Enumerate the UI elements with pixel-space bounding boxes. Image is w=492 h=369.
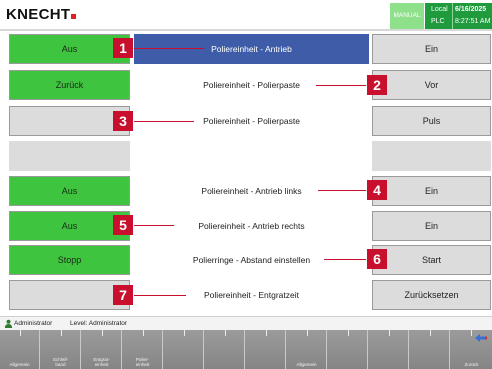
fkey-9[interactable] [328,330,368,369]
fkey-tick [102,330,103,336]
fkey-6[interactable] [205,330,245,369]
empty-right-button [372,141,491,171]
fkey-tick [266,330,267,336]
knecht-logo: KNECHT [6,6,77,23]
plc-label: PLC [431,18,445,25]
callout-3: 3 [113,111,133,131]
logo-dot [71,14,77,19]
antrieb-rechts-ein-button[interactable]: Ein [372,211,491,241]
polierpaste-vor-button[interactable]: Vor [372,70,491,100]
status-divider [452,3,453,29]
callout-5: 5 [113,215,133,235]
callout-line-3 [134,121,194,122]
hmi-screen: KNECHT MANUAL Local PLC 6/16/2025 8:27:5… [0,0,492,369]
fkey-label: Entgrat- einheit [93,357,110,367]
antrieb-aus-button[interactable]: Aus [9,34,130,64]
callout-line-1 [134,48,204,49]
callout-7: 7 [113,285,133,305]
empty-label [134,141,369,171]
polierpaste-puls-button[interactable]: Puls [372,106,491,136]
fkey-8[interactable]: Allgemein [287,330,327,369]
callout-2: 2 [367,75,387,95]
fkey-tick [389,330,390,336]
fkey-tick [184,330,185,336]
fkey-1[interactable]: Allgemein [0,330,40,369]
polierringe-start-button[interactable]: Start [372,245,491,275]
polierpaste-zurueck-button[interactable]: Zurück [9,70,130,100]
fkey-11[interactable] [410,330,450,369]
fkey-label: Zurück [464,362,479,367]
fkey-tick [348,330,349,336]
label-antrieb-links[interactable]: Poliereinheit - Antrieb links [134,176,369,206]
callout-6: 6 [367,249,387,269]
entgratzeit-reset-button[interactable]: Zurücksetzen [372,280,491,310]
entgratzeit-left-button[interactable] [9,280,130,310]
date-display: 6/16/2025 [455,6,487,13]
user-name: Administrator [14,320,53,327]
callout-line-2 [316,85,366,86]
fkey-5[interactable] [164,330,204,369]
antrieb-links-ein-button[interactable]: Ein [372,176,491,206]
time-display: 8:27:51 AM [455,18,491,25]
fkey-10[interactable] [369,330,409,369]
callout-4: 4 [367,180,387,200]
fkey-label: Schleif- band [52,357,69,367]
fkey-label: Allgemein [9,362,30,367]
antrieb-ein-button[interactable]: Ein [372,34,491,64]
user-icon [4,319,13,328]
polierpaste-left-button[interactable] [9,106,130,136]
callout-1: 1 [113,38,133,58]
mode-badge: MANUAL [390,3,424,29]
fkey-tick [20,330,21,336]
callout-line-5 [134,225,174,226]
callout-line-6 [324,259,366,260]
local-label: Local [431,6,448,13]
user-bar: Administrator Level: Administrator [0,316,492,330]
fkey-tick [143,330,144,336]
label-antrieb[interactable]: Poliereinheit - Antrieb [134,34,369,64]
antrieb-links-aus-button[interactable]: Aus [9,176,130,206]
fkey-label: Polier- einheit [135,357,150,367]
fkey-tick [225,330,226,336]
fkey-tick [307,330,308,336]
label-polierringe[interactable]: Polierringe - Abstand einstellen [134,245,369,275]
antrieb-rechts-aus-button[interactable]: Aus [9,211,130,241]
fkey-label: Allgemein [296,362,317,367]
user-level: Level: Administrator [70,320,128,327]
fkey-tick [61,330,62,336]
fkey-3[interactable]: Entgrat- einheit [82,330,122,369]
fkey-tick [471,330,472,336]
polierringe-stopp-button[interactable]: Stopp [9,245,130,275]
label-antrieb-rechts[interactable]: Poliereinheit - Antrieb rechts [134,211,369,241]
arrow-icon[interactable] [474,333,488,343]
fkey-2[interactable]: Schleif- band [41,330,81,369]
fkey-4[interactable]: Polier- einheit [123,330,163,369]
callout-line-7 [134,295,186,296]
fkey-7[interactable] [246,330,286,369]
header-bar: KNECHT MANUAL Local PLC 6/16/2025 8:27:5… [0,0,492,31]
function-key-bar: Allgemein Schleif- band Entgrat- einheit… [0,330,492,369]
callout-line-4 [318,190,366,191]
fkey-tick [430,330,431,336]
empty-left-button [9,141,130,171]
connection-status: Local PLC 6/16/2025 8:27:51 AM [425,3,492,29]
